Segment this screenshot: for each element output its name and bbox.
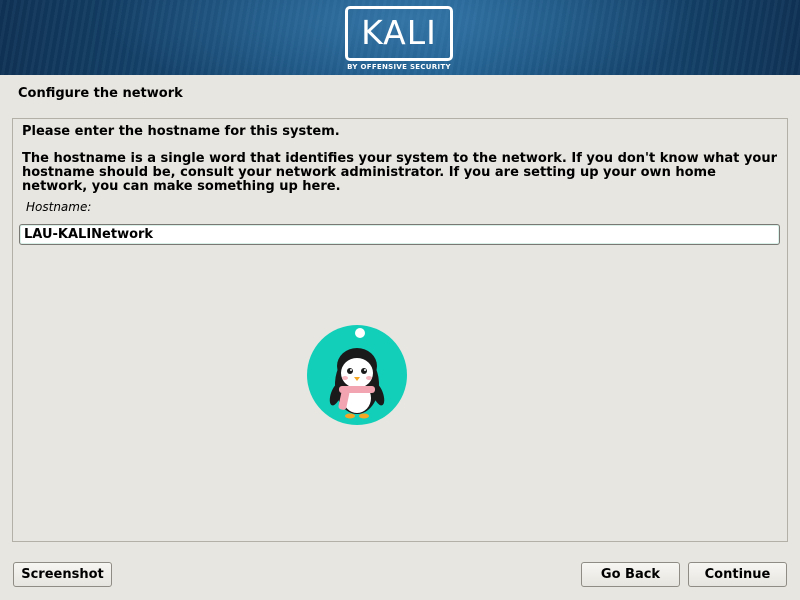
header-banner: KALI BY OFFENSIVE SECURITY (0, 0, 800, 75)
logo-subtext: BY OFFENSIVE SECURITY (347, 63, 451, 71)
screenshot-button[interactable]: Screenshot (13, 562, 112, 587)
logo-text: KALI (361, 13, 437, 52)
hostname-input[interactable] (19, 224, 780, 245)
hostname-prompt: Please enter the hostname for this syste… (22, 124, 340, 139)
continue-button[interactable]: Continue (688, 562, 787, 587)
penguin-mascot-icon (306, 324, 408, 430)
hostname-description: The hostname is a single word that ident… (22, 151, 777, 194)
kali-logo: KALI (345, 6, 453, 61)
go-back-button[interactable]: Go Back (581, 562, 680, 587)
page-title: Configure the network (18, 86, 183, 101)
hostname-label: Hostname: (26, 200, 92, 214)
